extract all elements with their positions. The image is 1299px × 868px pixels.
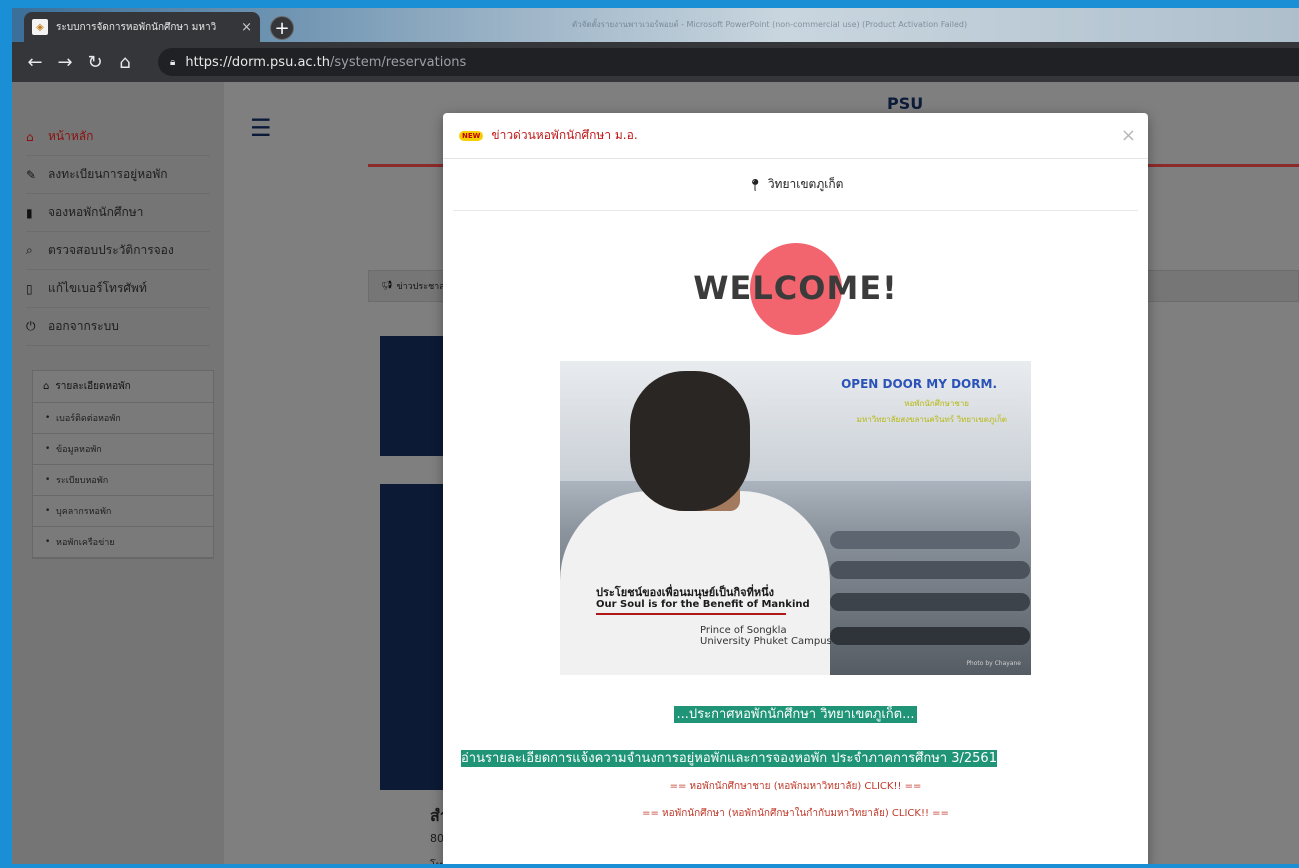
back-arrow-icon[interactable]: ← [20,52,50,73]
modal-header: NEW ข่าวด่วนหอพักนักศึกษา ม.อ. × [443,113,1148,159]
photo-headline: OPEN DOOR MY DORM. [841,377,997,391]
lock-icon[interactable]: 🔒︎ [170,57,175,68]
photo-head [630,371,750,511]
details-text: อ่านรายละเอียดการแจ้งความจำนงการอยู่หอพั… [461,750,997,767]
modal-title: ข่าวด่วนหอพักนักศึกษา ม.อ. [491,128,638,142]
male-dorm-link[interactable]: == หอพักนักศึกษาชาย (หอพักมหาวิทยาลัย) C… [443,779,1148,794]
photo-crowd-row [830,531,1020,549]
power-icon: ⏻ [26,319,36,333]
panel-title: รายละเอียดหอพัก [55,381,131,392]
browser-toolbar: ← → ↻ ⌂ 🔒︎ https://dorm.psu.ac.th/system… [12,42,1299,82]
photo-student: ประโยชน์ของเพื่อนมนุษย์เป็นกิจที่หนึ่ง O… [560,361,840,675]
announcement-title: ...ประกาศหอพักนักศึกษา วิทยาเขตภูเก็ต... [443,703,1148,724]
sidebar-item-history[interactable]: ⌕ ตรวจสอบประวัติการจอง [26,232,210,270]
url-path: /system/reservations [330,54,467,70]
psu-logo: PSU [887,94,924,113]
photo-red-stroke [596,613,786,615]
home-icon: ⌂ [43,381,50,392]
panel-item-contact[interactable]: • เบอร์ติดต่อหอพัก [33,403,213,434]
background-text-2: โท [430,856,443,864]
background-text-1: 80 [430,832,444,845]
home-icon[interactable]: ⌂ [110,52,140,73]
tab-close-icon[interactable]: × [241,20,252,35]
sidebar-item-label: หน้าหลัก [48,129,94,143]
new-tab-button[interactable]: + [270,16,294,40]
welcome-banner: WELCOME! [443,211,1148,335]
photo-crowd-row [830,561,1030,579]
sidebar-item-home[interactable]: ⌂ หน้าหลัก [26,118,210,156]
sidebar-item-logout[interactable]: ⏻ ออกจากระบบ [26,308,210,346]
reload-icon[interactable]: ↻ [80,52,110,73]
phone-icon: ▯ [26,281,33,296]
blurred-window-title: ตัวจัดตั้งรายงานพาวเวอร์พอยต์ - Microsof… [572,20,968,29]
sidebar-item-phone[interactable]: ▯ แก้ไขเบอร์โทรศัพท์ [26,270,210,308]
hamburger-menu-icon[interactable]: ☰ [250,114,272,142]
news-bar-label: ข่าวประชาส [396,282,445,292]
panel-item-info[interactable]: • ข้อมูลหอพัก [33,434,213,465]
photo-crowd-row [830,627,1030,645]
sidebar-item-label: ออกจากระบบ [48,319,119,333]
panel-item-rules[interactable]: • ระเบียบหอพัก [33,465,213,496]
news-banner-1 [380,336,450,456]
panel-item-label: ระเบียบหอพัก [56,476,109,486]
home-icon: ⌂ [26,129,34,144]
photo-crowd-row [830,593,1030,611]
announcement-text: ...ประกาศหอพักนักศึกษา วิทยาเขตภูเก็ต... [674,706,917,723]
panel-item-staff[interactable]: • บุคลากรหอพัก [33,496,213,527]
sidebar: ⌂ หน้าหลัก ✎ ลงทะเบียนการอยู่หอพัก ▮ จอง… [12,82,224,864]
search-icon: ⌕ [26,243,33,257]
campus-label: 📍︎ วิทยาเขตภูเก็ต [453,159,1138,211]
announcement-details: อ่านรายละเอียดการแจ้งความจำนงการอยู่หอพั… [461,747,997,768]
browser-window: ◈ ระบบการจัดการหอพักนักศึกษา มหาวิ × + ต… [12,8,1299,864]
panel-item-label: บุคลากรหอพัก [56,507,112,517]
photo-subline-1: หอพักนักศึกษาชาย [904,399,969,408]
tab-title: ระบบการจัดการหอพักนักศึกษา มหาวิ [56,21,217,33]
modal-close-icon[interactable]: × [1121,125,1136,146]
sidebar-item-label: ตรวจสอบประวัติการจอง [48,243,174,257]
pencil-icon: ✎ [26,167,37,182]
campus-name: วิทยาเขตภูเก็ต [767,177,844,191]
tab-strip: ◈ ระบบการจัดการหอพักนักศึกษา มหาวิ × + ต… [12,8,1299,42]
forward-arrow-icon[interactable]: → [50,52,80,73]
welcome-text: WELCOME! [693,269,898,307]
supervised-dorm-link[interactable]: == หอพักนักศึกษา (หอพักนักศึกษาในกำกับมห… [443,806,1148,821]
photo-slogan-en: Our Soul is for the Benefit of Mankind [596,599,810,610]
sidebar-item-label: แก้ไขเบอร์โทรศัพท์ [48,281,147,295]
sidebar-item-reserve[interactable]: ▮ จองหอพักนักศึกษา [26,194,210,232]
sidebar-item-register[interactable]: ✎ ลงทะเบียนการอยู่หอพัก [26,156,210,194]
photo-credit: Photo by Chayane [966,660,1021,667]
dorm-details-header: ⌂ รายละเอียดหอพัก [33,371,213,403]
panel-item-label: หอพักเครือข่าย [56,538,115,548]
panel-item-label: เบอร์ติดต่อหอพัก [56,414,121,424]
news-banner-2 [380,484,450,790]
address-bar[interactable]: 🔒︎ https://dorm.psu.ac.th/system/reserva… [158,48,1299,76]
dorm-details-panel: ⌂ รายละเอียดหอพัก • เบอร์ติดต่อหอพัก • ข… [32,370,214,559]
panel-item-network[interactable]: • หอพักเครือข่าย [33,527,213,558]
open-door-photo: ประโยชน์ของเพื่อนมนุษย์เป็นกิจที่หนึ่ง O… [560,361,1031,675]
news-modal: NEW ข่าวด่วนหอพักนักศึกษา ม.อ. × 📍︎ วิทย… [443,113,1148,864]
sidebar-item-label: จองหอพักนักศึกษา [48,205,144,219]
map-pin-icon: 📍︎ [747,177,763,192]
megaphone-icon: 📢︎ [381,281,393,291]
browser-tab[interactable]: ◈ ระบบการจัดการหอพักนักศึกษา มหาวิ × [24,12,260,42]
sidebar-item-label: ลงทะเบียนการอยู่หอพัก [48,167,168,181]
photo-campus-label: Prince of Songkla University Phuket Camp… [700,625,832,647]
book-icon: ▮ [26,205,33,220]
url-host: https://dorm.psu.ac.th [185,54,331,70]
photo-subline-2: มหาวิทยาลัยสงขลานครินทร์ วิทยาเขตภูเก็ต [856,415,1007,424]
page-content: ⌂ หน้าหลัก ✎ ลงทะเบียนการอยู่หอพัก ▮ จอง… [12,82,1299,864]
panel-item-label: ข้อมูลหอพัก [56,445,102,455]
new-badge: NEW [459,130,484,141]
favicon-icon: ◈ [32,19,48,35]
